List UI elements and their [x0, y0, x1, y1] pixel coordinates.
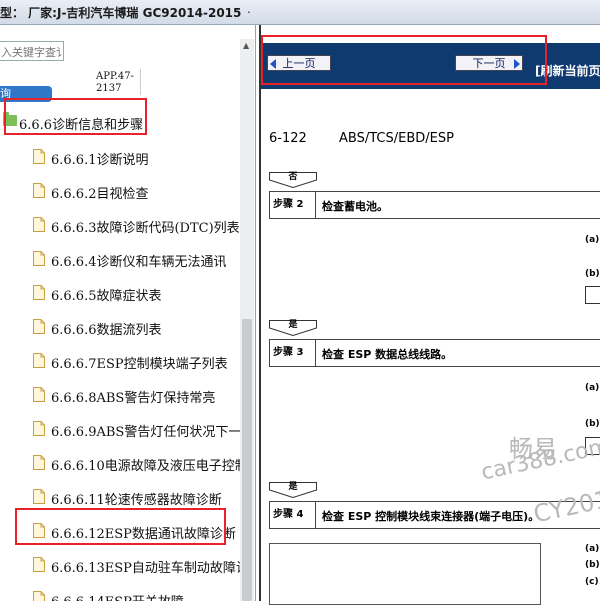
- step-label: 步骤 3: [270, 340, 316, 366]
- document-icon: [33, 251, 45, 266]
- sub-item-b: (b): [585, 560, 600, 570]
- search-input[interactable]: [0, 41, 64, 61]
- document-icon: [33, 319, 45, 334]
- sub-item-c: (c): [585, 577, 599, 587]
- step-text: 检查蓄电池。: [322, 200, 388, 213]
- flow-tag-no: 否: [269, 172, 317, 188]
- tree-item-label: 6.6.6.13ESP自动驻车制动故障诊i: [51, 561, 254, 576]
- connector-diagram-box: [269, 543, 541, 605]
- watermark-brand: 畅易: [509, 435, 557, 463]
- page-header: 6-122 ABS/TCS/EBD/ESP: [269, 131, 454, 146]
- scroll-up-icon[interactable]: ▲: [243, 41, 249, 50]
- document-page: 6-122 ABS/TCS/EBD/ESP 否 步骤 2 检查蓄电池。 (a) …: [261, 89, 600, 605]
- document-icon: [33, 557, 45, 572]
- document-icon: [33, 353, 45, 368]
- step-text: 检查 ESP 数据总线线路。: [322, 348, 453, 361]
- check-box: [585, 437, 600, 455]
- document-icon: [33, 149, 45, 164]
- highlight-selected-box: [15, 508, 226, 545]
- tree-item[interactable]: 6.6.6.3故障诊断代码(DTC)列表: [0, 212, 240, 240]
- tree-item[interactable]: 6.6.6.6数据流列表: [0, 314, 240, 342]
- app-id-line1: APP.47-: [96, 71, 134, 82]
- app-id: APP.47- 2137: [96, 71, 142, 95]
- tree-item-label: 6.6.6.14ESP开关故障: [51, 591, 184, 601]
- document-icon: [33, 387, 45, 402]
- tree-item[interactable]: 6.6.6.4诊断仪和车辆无法通讯: [0, 246, 240, 274]
- tree-item-label: 6.6.6.9ABS警告灯任何状况下一直: [51, 425, 255, 440]
- tree-item[interactable]: 6.6.6.5故障症状表: [0, 280, 240, 308]
- step-label: 步骤 2: [270, 192, 316, 218]
- tree-item[interactable]: 6.6.6.10电源故障及液压电子控制: [0, 450, 248, 478]
- document-icon: [33, 183, 45, 198]
- document-icon: [33, 217, 45, 232]
- document-pane: 上一页 下一页 [刷新当前页 6-122 ABS/TCS/EBD/ESP 否 步…: [259, 25, 600, 605]
- watermark-domain: car388.com: [479, 433, 600, 486]
- tree-item-label: 6.6.6.2目视检查: [51, 187, 149, 202]
- highlight-nav-box: [261, 35, 547, 85]
- scrollbar-thumb[interactable]: [242, 319, 252, 601]
- flow-tag-yes: 是: [269, 320, 317, 336]
- sub-item-b: (b): [585, 269, 600, 279]
- flow-tag-yes: 是: [269, 482, 317, 498]
- sub-item-b: (b): [585, 419, 600, 429]
- tree-item-label: 6.6.6.1诊断说明: [51, 153, 149, 168]
- tree-item-label: 6.6.6.4诊断仪和车辆无法通讯: [51, 255, 227, 270]
- step-row: 步骤 2 检查蓄电池。: [269, 191, 600, 219]
- tree-item[interactable]: 6.6.6.9ABS警告灯任何状况下一直: [0, 416, 254, 444]
- page-title: ABS/TCS/EBD/ESP: [339, 131, 454, 146]
- tree-item[interactable]: 6.6.6.1诊断说明: [0, 144, 240, 172]
- tree-item-label: 6.6.6.6数据流列表: [51, 323, 162, 338]
- window-title: 型： 厂家:J-吉利汽车博瑞 GC92014-2015: [0, 6, 242, 20]
- tree-item-label: 6.6.6.11轮速传感器故障诊断: [51, 493, 222, 508]
- sub-item-a: (a): [585, 383, 600, 393]
- sub-item-a: (a): [585, 544, 600, 554]
- search-area: 询 APP.47- 2137: [0, 41, 240, 105]
- title-bar: 型： 厂家:J-吉利汽车博瑞 GC92014-2015 .: [0, 0, 600, 25]
- step-text: 检查 ESP 控制模块线束连接器(端子电压)。: [322, 510, 540, 523]
- tree-item-label: 6.6.6.7ESP控制模块端子列表: [51, 357, 228, 372]
- tree-item-label: 6.6.6.8ABS警告灯保持常亮: [51, 391, 216, 406]
- tree-item-label: 6.6.6.3故障诊断代码(DTC)列表: [51, 221, 240, 236]
- tree-item-label: 6.6.6.5故障症状表: [51, 289, 162, 304]
- document-icon: [33, 489, 45, 504]
- tree-item-label: 6.6.6.10电源故障及液压电子控制: [51, 459, 248, 474]
- page-number: 6-122: [269, 131, 307, 146]
- document-icon: [33, 421, 45, 436]
- tree-item[interactable]: 6.6.6.2目视检查: [0, 178, 240, 206]
- document-icon: [33, 591, 45, 601]
- document-icon: [33, 455, 45, 470]
- check-box: [585, 286, 600, 304]
- tree-item[interactable]: 6.6.6.13ESP自动驻车制动故障诊i: [0, 552, 253, 580]
- document-icon: [33, 285, 45, 300]
- highlight-parent-box: [4, 98, 147, 135]
- tree-item[interactable]: 6.6.6.14ESP开关故障: [0, 586, 240, 601]
- app-id-line2: 2137: [96, 83, 122, 94]
- sub-item-a: (a): [585, 235, 600, 245]
- toc-pane: 询 APP.47- 2137 6.6.6诊断信息和步骤 6.6.6.1诊断说明6…: [0, 25, 256, 601]
- step-label: 步骤 4: [270, 502, 316, 528]
- step-row: 步骤 4 检查 ESP 控制模块线束连接器(端子电压)。: [269, 501, 600, 529]
- vertical-scrollbar[interactable]: ▲: [240, 39, 254, 601]
- tree-item[interactable]: 6.6.6.7ESP控制模块端子列表: [0, 348, 240, 376]
- tree-item[interactable]: 6.6.6.8ABS警告灯保持常亮: [0, 382, 240, 410]
- title-trailing: .: [247, 2, 251, 16]
- step-row: 步骤 3 检查 ESP 数据总线线路。: [269, 339, 600, 367]
